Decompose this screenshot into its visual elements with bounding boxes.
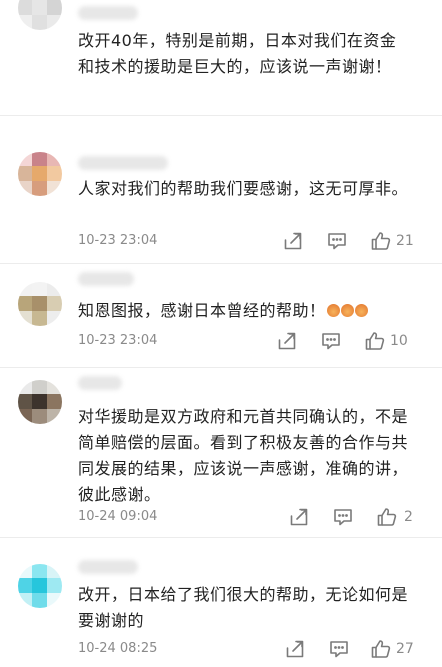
avatar-mosaic-block bbox=[47, 311, 62, 326]
comment-item: 人家对我们的帮助我们要感谢，这无可厚非。 10-23 23:04 21 bbox=[0, 116, 442, 264]
avatar-mosaic-block bbox=[32, 394, 47, 409]
avatar-mosaic-block bbox=[18, 166, 32, 181]
avatar-mosaic-block bbox=[47, 152, 62, 166]
avatar-mosaic-block bbox=[47, 578, 62, 593]
avatar-mosaic-block bbox=[18, 380, 32, 394]
avatar-mosaic-block bbox=[47, 166, 62, 181]
comment-text: 人家对我们的帮助我们要感谢，这无可厚非。 bbox=[78, 179, 409, 198]
avatar-mosaic-block bbox=[18, 578, 32, 593]
comment-meta: 10-24 09:04 2 bbox=[78, 506, 426, 528]
like-icon[interactable] bbox=[364, 330, 386, 352]
avatar-mosaic-block bbox=[18, 394, 32, 409]
avatar[interactable] bbox=[18, 282, 62, 326]
like-icon[interactable] bbox=[370, 230, 392, 252]
like-count: 27 bbox=[396, 641, 414, 657]
comment-text: 知恩图报，感谢日本曾经的帮助！ bbox=[78, 298, 408, 324]
like-icon[interactable] bbox=[370, 638, 392, 660]
avatar-mosaic-block bbox=[47, 15, 62, 30]
comment-text: 改开，日本给了我们很大的帮助，无论如何是要谢谢的 bbox=[78, 585, 409, 630]
share-icon[interactable] bbox=[284, 638, 306, 660]
username-blurred[interactable] bbox=[78, 376, 122, 390]
avatar-mosaic-block bbox=[32, 152, 47, 166]
avatar-mosaic-block bbox=[32, 15, 47, 30]
avatar-mosaic-block bbox=[18, 311, 32, 326]
comment-item: 对华援助是双方政府和元首共同确认的，不是简单赔偿的层面。看到了积极友善的合作与共… bbox=[0, 368, 442, 538]
reply-icon[interactable] bbox=[332, 506, 354, 528]
avatar-mosaic-block bbox=[47, 282, 62, 296]
username-blurred[interactable] bbox=[78, 156, 168, 170]
avatar-mosaic-block bbox=[18, 564, 32, 578]
avatar-mosaic-block bbox=[47, 593, 62, 608]
avatar-mosaic-block bbox=[32, 0, 47, 15]
timestamp: 10-24 09:04 bbox=[78, 509, 158, 524]
username-blurred[interactable] bbox=[78, 6, 138, 20]
comment-text: 改开40年，特别是前期，日本对我们在资金和技术的援助是巨大的，应该说一声谢谢！ bbox=[78, 31, 397, 76]
avatar[interactable] bbox=[18, 380, 62, 424]
avatar-mosaic-block bbox=[47, 296, 62, 311]
share-icon[interactable] bbox=[282, 230, 304, 252]
comment-meta: 10-24 08:25 27 bbox=[78, 638, 426, 660]
avatar-mosaic-block bbox=[47, 409, 62, 424]
avatar-mosaic-block bbox=[18, 296, 32, 311]
avatar-mosaic-block bbox=[32, 311, 47, 326]
avatar-mosaic-block bbox=[18, 282, 32, 296]
avatar[interactable] bbox=[18, 152, 62, 196]
timestamp: 10-23 23:04 bbox=[78, 233, 158, 248]
timestamp: 10-23 23:04 bbox=[78, 333, 158, 348]
comment-text-body: 知恩图报，感谢日本曾经的帮助！ bbox=[78, 301, 326, 320]
avatar-mosaic-block bbox=[18, 593, 32, 608]
comment-meta: 10-23 23:04 10 bbox=[78, 330, 426, 352]
avatar-mosaic-block bbox=[47, 394, 62, 409]
avatar-mosaic-block bbox=[32, 282, 47, 296]
avatar-mosaic-block bbox=[32, 296, 47, 311]
avatar-mosaic-block bbox=[32, 564, 47, 578]
comment-text: 对华援助是双方政府和元首共同确认的，不是简单赔偿的层面。看到了积极友善的合作与共… bbox=[78, 407, 409, 504]
comment-item: 改开，日本给了我们很大的帮助，无论如何是要谢谢的 10-24 08:25 27 bbox=[0, 538, 442, 667]
clap-emoji-icon bbox=[326, 301, 368, 320]
comment-meta: 10-23 23:04 21 bbox=[78, 230, 426, 252]
avatar-mosaic-block bbox=[32, 593, 47, 608]
like-count: 10 bbox=[390, 333, 408, 349]
avatar-mosaic-block bbox=[18, 15, 32, 30]
avatar[interactable] bbox=[18, 0, 62, 30]
avatar-mosaic-block bbox=[32, 578, 47, 593]
avatar-mosaic-block bbox=[47, 0, 62, 15]
like-count: 21 bbox=[396, 233, 414, 249]
avatar-mosaic-block bbox=[47, 380, 62, 394]
reply-icon[interactable] bbox=[328, 638, 350, 660]
avatar-mosaic-block bbox=[32, 409, 47, 424]
share-icon[interactable] bbox=[288, 506, 310, 528]
timestamp: 10-24 08:25 bbox=[78, 641, 158, 656]
avatar-mosaic-block bbox=[18, 152, 32, 166]
comment-feed: 改开40年，特别是前期，日本对我们在资金和技术的援助是巨大的，应该说一声谢谢！ … bbox=[0, 0, 442, 667]
avatar-mosaic-block bbox=[18, 181, 32, 196]
username-blurred[interactable] bbox=[78, 560, 138, 574]
like-icon[interactable] bbox=[376, 506, 398, 528]
avatar-mosaic-block bbox=[18, 409, 32, 424]
reply-icon[interactable] bbox=[326, 230, 348, 252]
avatar-mosaic-block bbox=[32, 166, 47, 181]
share-icon[interactable] bbox=[276, 330, 298, 352]
like-count: 2 bbox=[404, 509, 413, 525]
comment-item: 改开40年，特别是前期，日本对我们在资金和技术的援助是巨大的，应该说一声谢谢！ bbox=[0, 0, 442, 116]
avatar-mosaic-block bbox=[18, 0, 32, 15]
username-blurred[interactable] bbox=[78, 272, 134, 286]
avatar-mosaic-block bbox=[32, 181, 47, 196]
avatar-mosaic-block bbox=[32, 380, 47, 394]
comment-item: 知恩图报，感谢日本曾经的帮助！ 10-23 23:04 10 bbox=[0, 264, 442, 368]
avatar-mosaic-block bbox=[47, 181, 62, 196]
avatar[interactable] bbox=[18, 564, 62, 608]
avatar-mosaic-block bbox=[47, 564, 62, 578]
reply-icon[interactable] bbox=[320, 330, 342, 352]
